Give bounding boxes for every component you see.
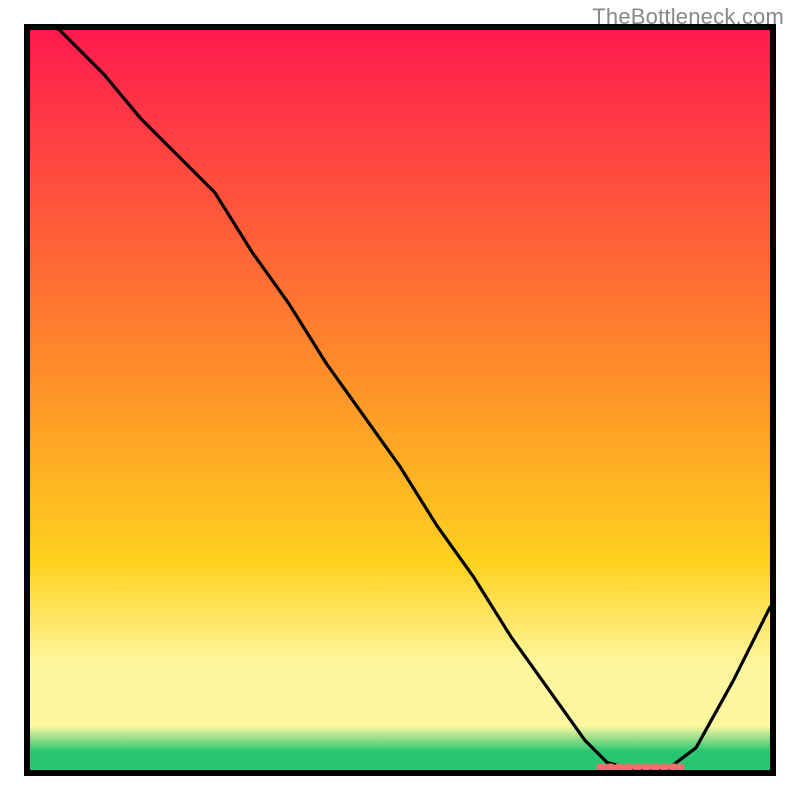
chart-container: TheBottleneck.com [0, 0, 800, 800]
gradient-background [30, 30, 770, 770]
bottleneck-chart [0, 0, 800, 800]
watermark-text: TheBottleneck.com [592, 4, 784, 30]
